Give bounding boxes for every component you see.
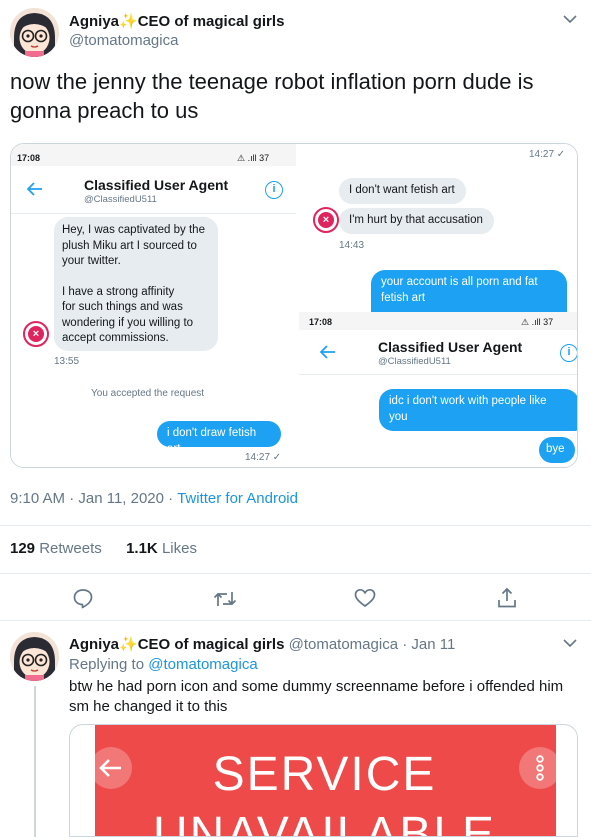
reply-author-row: Agniya✨CEO of magical girls @tomatomagic…: [69, 635, 455, 653]
back-arrow-icon[interactable]: [27, 182, 43, 196]
reply-bubble: idc i don't work with people like you: [379, 389, 577, 431]
replying-handle[interactable]: @tomatomagica: [148, 656, 257, 673]
sparkle-icon: ✨: [119, 636, 138, 653]
card-title: SERVICE: [212, 748, 437, 801]
author-name[interactable]: Agniya✨CEO of magical girls: [69, 12, 284, 30]
reply-text-line: btw he had porn icon and some dummy scre…: [69, 678, 564, 695]
message-line: for such things and was: [62, 301, 183, 313]
agent-handle: @ClassifiedU511: [378, 356, 451, 367]
message-line: wondering if you willing to: [62, 316, 194, 329]
author-title: CEO of magical girls: [137, 13, 285, 30]
header-divider: [299, 374, 577, 375]
back-arrow-icon[interactable]: [320, 345, 336, 359]
message-time: 13:55: [54, 356, 80, 367]
author-handle[interactable]: @tomatomagica: [289, 636, 398, 653]
reply-bubble: i don't draw fetish art: [157, 421, 281, 455]
message-bubble: Hey, I was captivated by the plush Miku …: [54, 217, 218, 351]
author-display-name: Agniya: [69, 13, 120, 30]
author-title[interactable]: CEO of magical girls: [138, 636, 285, 653]
reply-media[interactable]: SERVICE UNAVAILABLE: [69, 724, 578, 837]
meta-separator: ·: [168, 490, 174, 507]
card-title-2: UNAVAILABLE: [152, 808, 497, 837]
reply-time: 14:27 ✓: [245, 452, 282, 463]
message-line: accept commissions.: [62, 332, 169, 344]
status-time: 17:08: [309, 317, 333, 327]
reply-text-line: sm he changed it to this: [69, 698, 228, 715]
reply-line: you: [389, 410, 408, 423]
replying-label: Replying to: [69, 656, 145, 673]
message-line: Hey, I was captivated by the: [62, 224, 205, 236]
author-avatar[interactable]: [10, 8, 59, 57]
tweet-text: now the jenny the teenage robot inflatio…: [10, 69, 534, 123]
message-bubble: I'm hurt by that accusation: [339, 208, 494, 234]
thread-line: [34, 686, 36, 837]
share-icon[interactable]: [497, 587, 517, 609]
reply-line: idc i don't work with people like: [389, 395, 547, 407]
info-icon[interactable]: i: [560, 344, 577, 362]
retweets-stat[interactable]: 129 Retweets: [10, 540, 102, 557]
retweets-count: 129: [10, 540, 36, 557]
agent-name: Classified User Agent: [378, 339, 523, 355]
reply-icon[interactable]: [72, 587, 94, 609]
error-icon: ×: [23, 321, 49, 347]
divider: [0, 573, 591, 574]
meta-separator: ·: [402, 636, 408, 653]
replying-to: Replying to @tomatomagica: [69, 656, 258, 673]
reply-line: your account is all porn and fat: [381, 276, 538, 288]
screenshot-left: 17:08 ⚠ .ıll 37 Classified User Agent @C…: [11, 144, 296, 467]
sparkle-icon: ✨: [119, 13, 138, 30]
author-handle[interactable]: @tomatomagica: [69, 32, 178, 49]
message-line: I have a strong affinity: [62, 285, 175, 298]
top-time: 14:27 ✓: [529, 149, 566, 160]
status-time: 17:08: [17, 153, 41, 163]
info-icon[interactable]: i: [265, 181, 283, 199]
accepted-notice: You accepted the request: [91, 388, 205, 399]
tweet-source[interactable]: Twitter for Android: [177, 490, 298, 507]
message-line: [62, 270, 210, 285]
chevron-down-icon[interactable]: [562, 636, 578, 650]
likes-stat[interactable]: 1.1K Likes: [126, 540, 197, 557]
status-icons: ⚠ .ıll 37: [237, 153, 270, 163]
message-time: 14:43: [339, 240, 365, 251]
likes-count: 1.1K: [126, 540, 158, 557]
header-divider: [11, 213, 296, 214]
screenshot-right: 14:27 ✓ I don't want fetish art I'm hurt…: [299, 144, 577, 467]
message-line: plush Miku art I sourced to: [62, 239, 197, 252]
tweet-meta: 9:10 AM · Jan 11, 2020 · Twitter for And…: [10, 490, 298, 507]
tweet-media[interactable]: 17:08 ⚠ .ıll 37 Classified User Agent @C…: [10, 143, 578, 468]
reply-date[interactable]: Jan 11: [411, 636, 455, 653]
tweet-timestamp[interactable]: 9:10 AM · Jan 11, 2020: [10, 490, 164, 507]
error-icon: ×: [313, 207, 339, 233]
chevron-down-icon[interactable]: [562, 12, 578, 26]
divider: [0, 620, 591, 621]
reply-text: btw he had porn icon and some dummy scre…: [69, 677, 584, 717]
reply-bubble: bye: [539, 437, 575, 463]
reply-bubble: your account is all porn and fat fetish …: [371, 270, 567, 312]
likes-label: Likes: [161, 540, 197, 557]
retweet-icon[interactable]: [213, 589, 237, 609]
author-display-name[interactable]: Agniya: [69, 636, 119, 653]
divider: [0, 525, 591, 526]
status-icons: ⚠ .ıll 37: [521, 317, 554, 327]
author-avatar[interactable]: [10, 632, 59, 681]
agent-handle: @ClassifiedU511: [84, 194, 157, 205]
reply-line: fetish art: [381, 291, 426, 304]
message-line: your twitter.: [62, 255, 121, 267]
message-bubble: I don't want fetish art: [339, 178, 466, 204]
retweets-label: Retweets: [39, 540, 102, 557]
like-icon[interactable]: [354, 588, 376, 608]
tweet-stats: 129 Retweets 1.1K Likes: [10, 540, 197, 557]
agent-name: Classified User Agent: [84, 177, 229, 193]
